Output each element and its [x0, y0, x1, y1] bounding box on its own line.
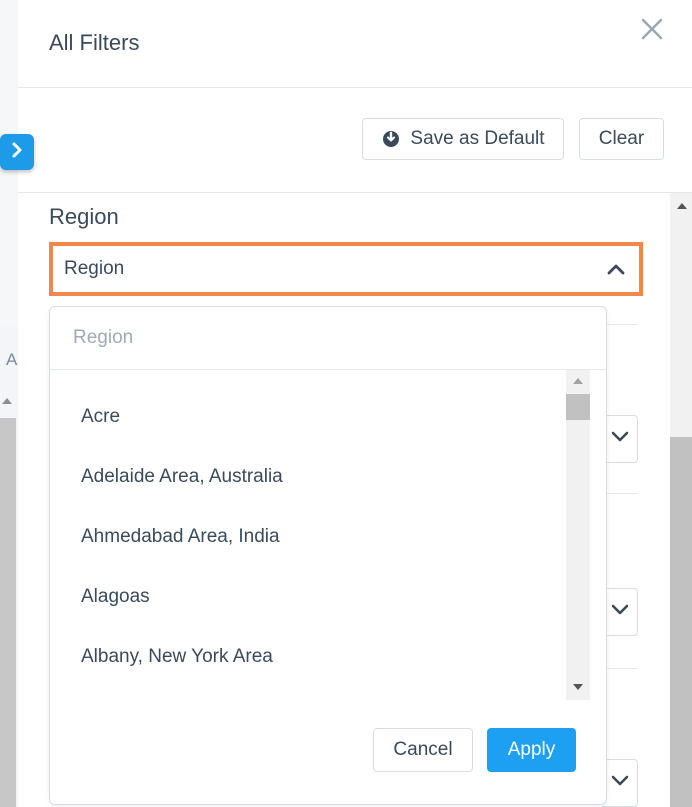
- save-as-default-label: Save as Default: [410, 128, 545, 149]
- panel-header: All Filters: [18, 0, 692, 88]
- close-button[interactable]: [638, 17, 666, 45]
- panel-scroll-up-icon[interactable]: [677, 203, 687, 209]
- filter-row-divider: [606, 668, 638, 669]
- region-search-input[interactable]: [50, 307, 606, 369]
- chevron-up-icon: [607, 260, 625, 282]
- region-option[interactable]: Acre: [81, 406, 120, 428]
- filter-dropdown-toggle[interactable]: [602, 759, 638, 807]
- filter-dropdown-toggle[interactable]: [602, 588, 638, 636]
- apply-button[interactable]: Apply: [487, 728, 576, 772]
- filter-row-divider: [606, 324, 638, 325]
- filter-actions: Save as Default Clear: [18, 88, 692, 193]
- region-option[interactable]: Alagoas: [81, 586, 150, 608]
- scroll-down-icon[interactable]: [573, 684, 583, 690]
- cancel-button[interactable]: Cancel: [373, 728, 473, 772]
- region-options-list: Acre Adelaide Area, Australia Ahmedabad …: [50, 370, 590, 700]
- region-dropdown: Acre Adelaide Area, Australia Ahmedabad …: [49, 306, 607, 805]
- scroll-up-icon[interactable]: [573, 378, 583, 384]
- background-scroll-up-icon[interactable]: [2, 398, 12, 404]
- clear-button[interactable]: Clear: [579, 118, 664, 160]
- region-select[interactable]: Region: [49, 242, 643, 296]
- save-as-default-button[interactable]: Save as Default: [362, 118, 564, 160]
- region-list-scrollbar-thumb[interactable]: [566, 394, 590, 420]
- chevron-down-icon: [611, 430, 629, 448]
- background-scrollbar[interactable]: [0, 418, 16, 807]
- region-section-title: Region: [49, 204, 119, 229]
- background-page: A: [0, 0, 19, 807]
- region-option[interactable]: Albany, New York Area: [81, 646, 273, 668]
- background-partial-text: A: [6, 350, 18, 369]
- panel-title: All Filters: [49, 30, 140, 55]
- close-icon: [641, 18, 663, 45]
- region-list-scrollbar[interactable]: [566, 370, 590, 700]
- region-select-value: Region: [64, 258, 125, 279]
- all-filters-panel: All Filters Save as Default Clear Region…: [18, 0, 692, 807]
- filter-row-divider: [606, 493, 638, 494]
- chevron-right-icon: [10, 142, 24, 163]
- expand-sidebar-button[interactable]: [0, 134, 34, 170]
- filters-content: Region Region Acre Adelaide Area, Austra…: [18, 193, 692, 807]
- panel-scrollbar-thumb[interactable]: [670, 437, 692, 807]
- chevron-down-icon: [611, 603, 629, 621]
- region-option[interactable]: Ahmedabad Area, India: [81, 526, 280, 548]
- region-option[interactable]: Adelaide Area, Australia: [81, 466, 283, 488]
- filter-dropdown-toggle[interactable]: [602, 415, 638, 463]
- save-default-icon: [381, 129, 401, 149]
- chevron-down-icon: [611, 774, 629, 792]
